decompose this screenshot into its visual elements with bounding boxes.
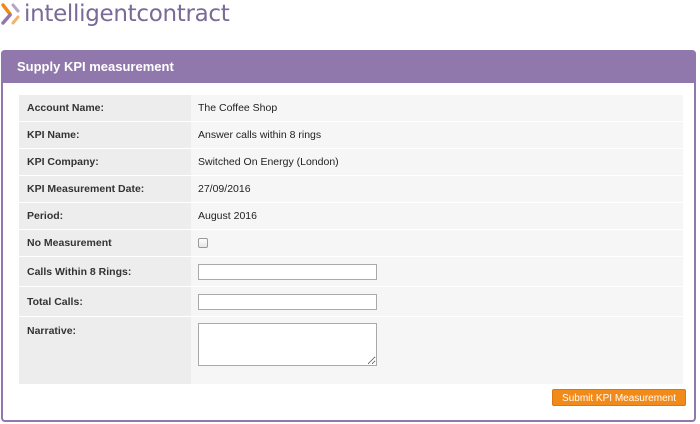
kpi-name-label: KPI Name: [19, 121, 191, 149]
calls-within-label: Calls Within 8 Rings: [19, 256, 191, 287]
kpi-company-label: KPI Company: [19, 148, 191, 176]
kpi-company-value: Switched On Energy (London) [191, 148, 683, 176]
account-name-value: The Coffee Shop [191, 95, 683, 122]
kpi-form-table: Account Name: The Coffee Shop KPI Name: … [19, 95, 683, 385]
no-measurement-label: No Measurement [19, 229, 191, 257]
no-measurement-cell [191, 229, 683, 257]
narrative-label: Narrative: [19, 316, 191, 385]
narrative-textarea[interactable] [198, 323, 377, 366]
period-label: Period: [19, 202, 191, 230]
table-row: Narrative: [19, 316, 683, 385]
total-calls-input[interactable] [198, 293, 377, 310]
panel-header: Supply KPI measurement [1, 50, 696, 83]
total-calls-label: Total Calls: [19, 286, 191, 317]
calls-within-cell [191, 256, 683, 287]
table-row: KPI Company: Switched On Energy (London) [19, 148, 683, 176]
measurement-date-value: 27/09/2016 [191, 175, 683, 203]
table-row: Calls Within 8 Rings: [19, 256, 683, 287]
kpi-panel: Supply KPI measurement Account Name: The… [1, 50, 696, 422]
kpi-name-value: Answer calls within 8 rings [191, 121, 683, 149]
period-value: August 2016 [191, 202, 683, 230]
logo[interactable]: intelligentcontract [0, 0, 230, 30]
table-row: Period: August 2016 [19, 202, 683, 230]
total-calls-cell [191, 286, 683, 317]
table-row: Account Name: The Coffee Shop [19, 95, 683, 122]
table-row: No Measurement [19, 229, 683, 257]
account-name-label: Account Name: [19, 95, 191, 122]
table-row: KPI Measurement Date: 27/09/2016 [19, 175, 683, 203]
measurement-date-label: KPI Measurement Date: [19, 175, 191, 203]
logo-x-icon [1, 3, 20, 25]
logo-text: intelligentcontract [24, 1, 230, 27]
panel-title: Supply KPI measurement [17, 59, 174, 74]
no-measurement-checkbox[interactable] [198, 238, 208, 249]
table-row: Total Calls: [19, 286, 683, 317]
submit-kpi-button[interactable]: Submit KPI Measurement [552, 389, 686, 406]
narrative-cell [191, 316, 683, 385]
table-row: KPI Name: Answer calls within 8 rings [19, 121, 683, 149]
calls-within-input[interactable] [198, 263, 377, 280]
